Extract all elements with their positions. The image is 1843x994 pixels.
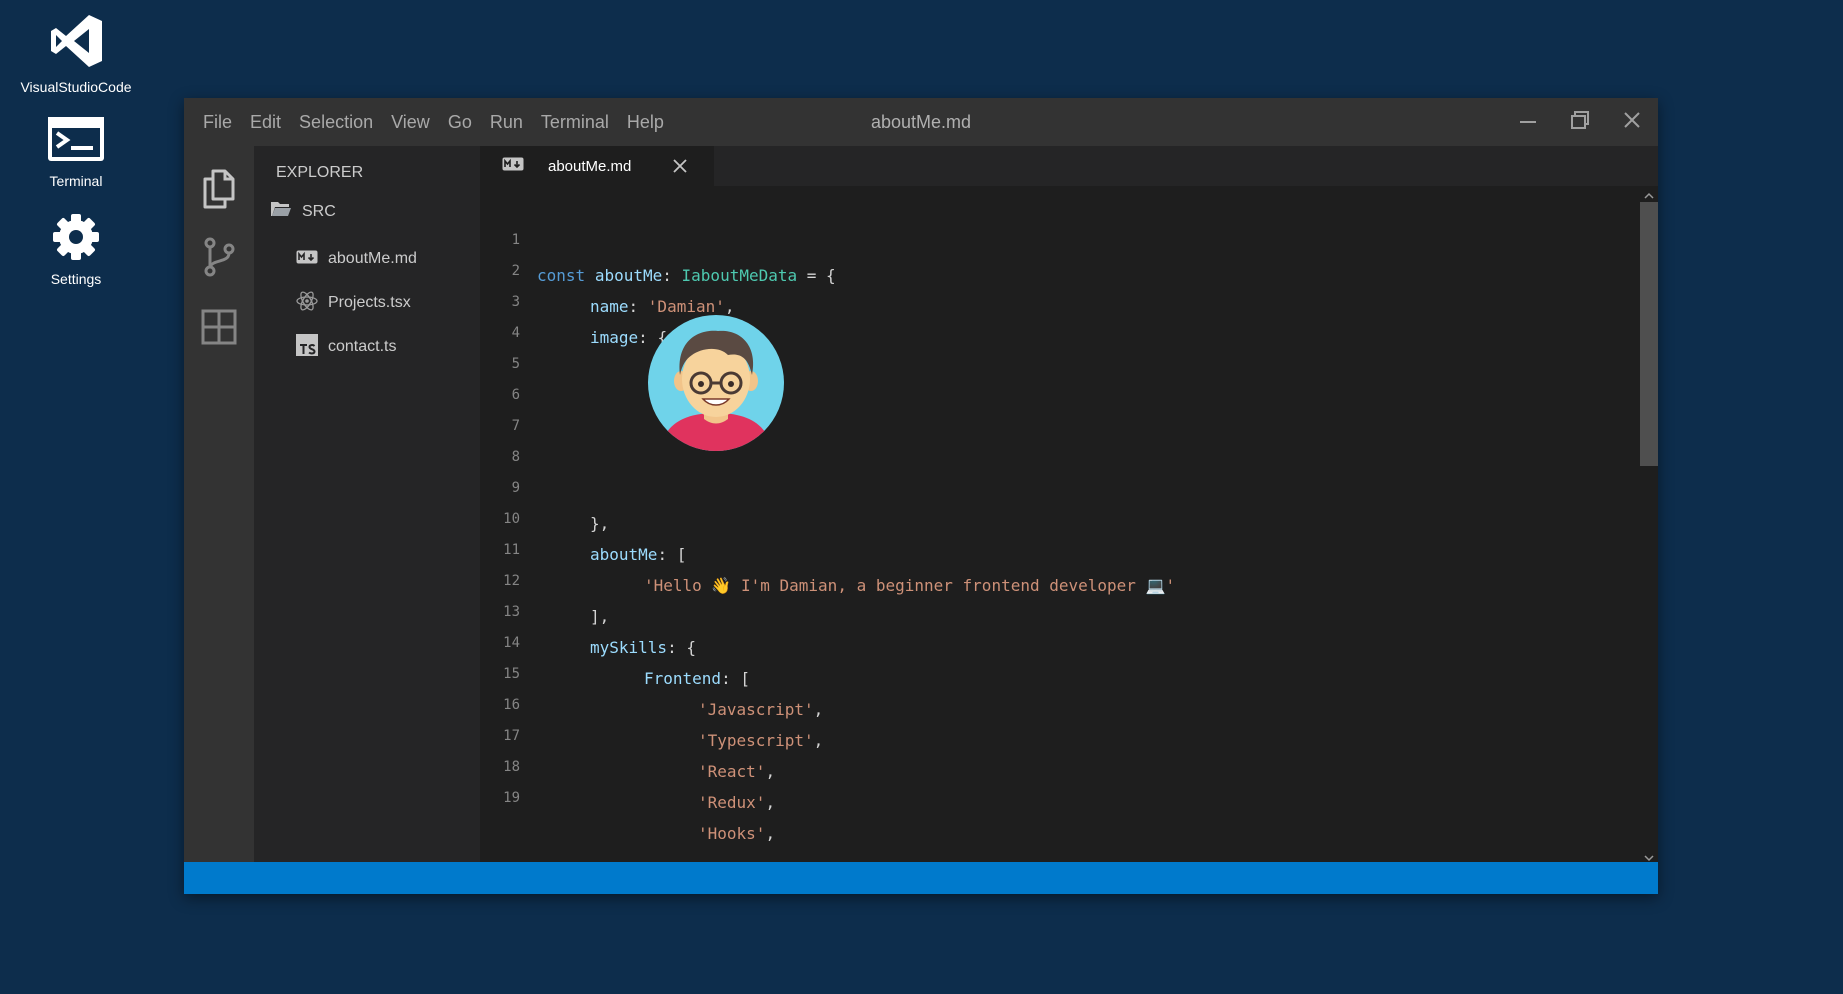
activity-bar — [184, 146, 254, 862]
scrollbar-thumb[interactable] — [1640, 202, 1658, 466]
menu-bar: File Edit Selection View Go Run Terminal… — [184, 112, 673, 133]
menu-view[interactable]: View — [382, 112, 439, 133]
tab-label: aboutMe.md — [548, 157, 632, 175]
code-line: 19 'Hooks', — [480, 744, 1638, 843]
markdown-icon — [502, 157, 524, 175]
line-number: 19 — [503, 790, 520, 806]
tab-aboutme-md[interactable]: aboutMe.md — [480, 146, 714, 186]
line-code: 'Hooks', — [698, 816, 775, 852]
folder-name: SRC — [302, 202, 336, 220]
string-token: 'Hooks' — [698, 824, 766, 843]
gear-icon — [51, 212, 101, 265]
menu-edit[interactable]: Edit — [241, 112, 290, 133]
menu-file[interactable]: File — [194, 112, 241, 133]
activity-explorer-button[interactable] — [184, 154, 254, 224]
desktop-icon-vscode[interactable]: VisualStudioCode — [12, 12, 140, 95]
file-projects-tsx[interactable]: Projects.tsx — [254, 281, 480, 325]
desktop-icon-settings[interactable]: Settings — [12, 212, 140, 287]
scroll-down-icon[interactable] — [1644, 850, 1654, 862]
tab-bar: aboutMe.md — [480, 146, 1658, 186]
terminal-icon — [47, 114, 105, 167]
status-bar — [184, 862, 1658, 894]
desktop-icon-label: Settings — [50, 271, 102, 287]
tab-close-button[interactable] — [672, 158, 688, 178]
title-bar: File Edit Selection View Go Run Terminal… — [184, 98, 1658, 146]
folder-src[interactable]: SRC — [270, 200, 480, 223]
punctuation-token: , — [765, 793, 776, 812]
folder-open-icon — [270, 200, 292, 223]
punctuation-token: , — [765, 824, 776, 843]
close-icon — [1623, 111, 1641, 134]
maximize-button[interactable] — [1554, 98, 1606, 146]
file-name: Projects.tsx — [328, 294, 411, 311]
file-name: contact.ts — [328, 338, 397, 355]
menu-selection[interactable]: Selection — [290, 112, 382, 133]
react-icon — [296, 290, 318, 317]
file-list: aboutMe.md Projects.tsx contact.ts — [254, 237, 480, 369]
source-control-icon — [199, 235, 239, 284]
minimize-icon — [1518, 110, 1538, 135]
scroll-up-icon[interactable] — [1644, 188, 1654, 199]
vscode-icon — [47, 12, 105, 73]
menu-run[interactable]: Run — [481, 112, 532, 133]
menu-help[interactable]: Help — [618, 112, 673, 133]
activity-source-control-button[interactable] — [184, 224, 254, 294]
desktop-icon-label: Terminal — [49, 173, 103, 189]
activity-extensions-button[interactable] — [184, 294, 254, 364]
explorer-panel: EXPLORER SRC aboutMe.md Projects.tsx con… — [254, 146, 480, 862]
avatar — [648, 315, 784, 451]
explorer-title: EXPLORER — [276, 164, 364, 181]
vertical-scrollbar[interactable] — [1640, 186, 1658, 862]
menu-go[interactable]: Go — [439, 112, 481, 133]
desktop-icon-terminal[interactable]: Terminal — [12, 114, 140, 189]
window-controls — [1502, 98, 1658, 146]
typescript-icon — [296, 333, 318, 361]
file-aboutme-md[interactable]: aboutMe.md — [254, 237, 480, 281]
close-window-button[interactable] — [1606, 98, 1658, 146]
extensions-icon — [199, 307, 239, 352]
file-contact-ts[interactable]: contact.ts — [254, 325, 480, 369]
code-editor[interactable]: 1 const aboutMe: IaboutMeData = { 2 name… — [480, 186, 1658, 862]
menu-terminal[interactable]: Terminal — [532, 112, 618, 133]
desktop-icon-label: VisualStudioCode — [20, 79, 132, 95]
vscode-window: File Edit Selection View Go Run Terminal… — [184, 98, 1658, 894]
files-icon — [199, 165, 239, 214]
file-name: aboutMe.md — [328, 250, 417, 267]
string-token: 'Redux' — [698, 793, 766, 812]
markdown-icon — [296, 250, 318, 269]
restore-icon — [1570, 110, 1590, 135]
minimize-button[interactable] — [1502, 98, 1554, 146]
